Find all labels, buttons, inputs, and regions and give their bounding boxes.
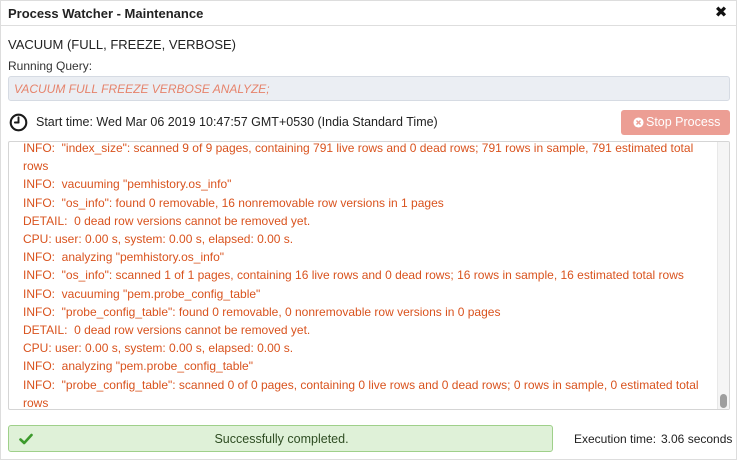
close-icon[interactable]: ✖	[714, 5, 728, 20]
log-line: INFO: "probe_config_table": scanned 0 of…	[23, 377, 702, 410]
stop-process-label: Stop Process	[646, 115, 721, 129]
running-query-label: Running Query:	[8, 59, 93, 73]
running-query-text: VACUUM FULL FREEZE VERBOSE ANALYZE;	[14, 82, 270, 96]
start-time: Start time: Wed Mar 06 2019 10:47:57 GMT…	[36, 115, 438, 129]
log-scrollbar-thumb[interactable]	[720, 394, 727, 408]
process-log-content: INFO: "index_size": scanned 9 of 9 pages…	[23, 141, 713, 410]
log-line: DETAIL: 0 dead row versions cannot be re…	[23, 323, 311, 338]
log-line: INFO: vacuuming "pem.probe_config_table"	[23, 286, 261, 301]
log-line: INFO: vacuuming "pemhistory.os_info"	[23, 177, 232, 192]
process-log-panel[interactable]: INFO: "index_size": scanned 9 of 9 pages…	[8, 141, 730, 410]
dialog-title: Process Watcher - Maintenance	[8, 6, 204, 21]
process-command: VACUUM (FULL, FREEZE, VERBOSE)	[8, 37, 237, 52]
status-message-box: Successfully completed.	[8, 425, 553, 452]
log-line: INFO: "probe_config_table": found 0 remo…	[23, 304, 501, 319]
dialog-titlebar[interactable]: Process Watcher - Maintenance ✖	[1, 1, 736, 26]
log-line: CPU: user: 0.00 s, system: 0.00 s, elaps…	[23, 341, 294, 356]
log-line: INFO: analyzing "pem.probe_config_table"	[23, 359, 253, 374]
log-line: INFO: analyzing "pemhistory.os_info"	[23, 250, 225, 265]
execution-time-label: Execution time:	[574, 432, 657, 446]
log-line: INFO: "os_info": scanned 1 of 1 pages, c…	[23, 268, 684, 283]
log-line: INFO: "os_info": found 0 removable, 16 n…	[23, 195, 444, 210]
log-line: DETAIL: 0 dead row versions cannot be re…	[23, 213, 311, 228]
execution-time-value: 3.06 seconds	[661, 432, 733, 446]
log-scrollbar[interactable]	[717, 142, 729, 409]
clock-icon	[9, 113, 28, 132]
times-circle-icon	[633, 117, 644, 128]
log-line: CPU: user: 0.00 s, system: 0.00 s, elaps…	[23, 232, 294, 247]
running-query-box: VACUUM FULL FREEZE VERBOSE ANALYZE;	[8, 76, 730, 101]
process-watcher-dialog: Process Watcher - Maintenance ✖ VACUUM (…	[0, 0, 737, 460]
log-line: INFO: "index_size": scanned 9 of 9 pages…	[23, 141, 697, 174]
stop-process-button[interactable]: Stop Process	[621, 110, 730, 135]
status-message: Successfully completed.	[214, 432, 349, 446]
